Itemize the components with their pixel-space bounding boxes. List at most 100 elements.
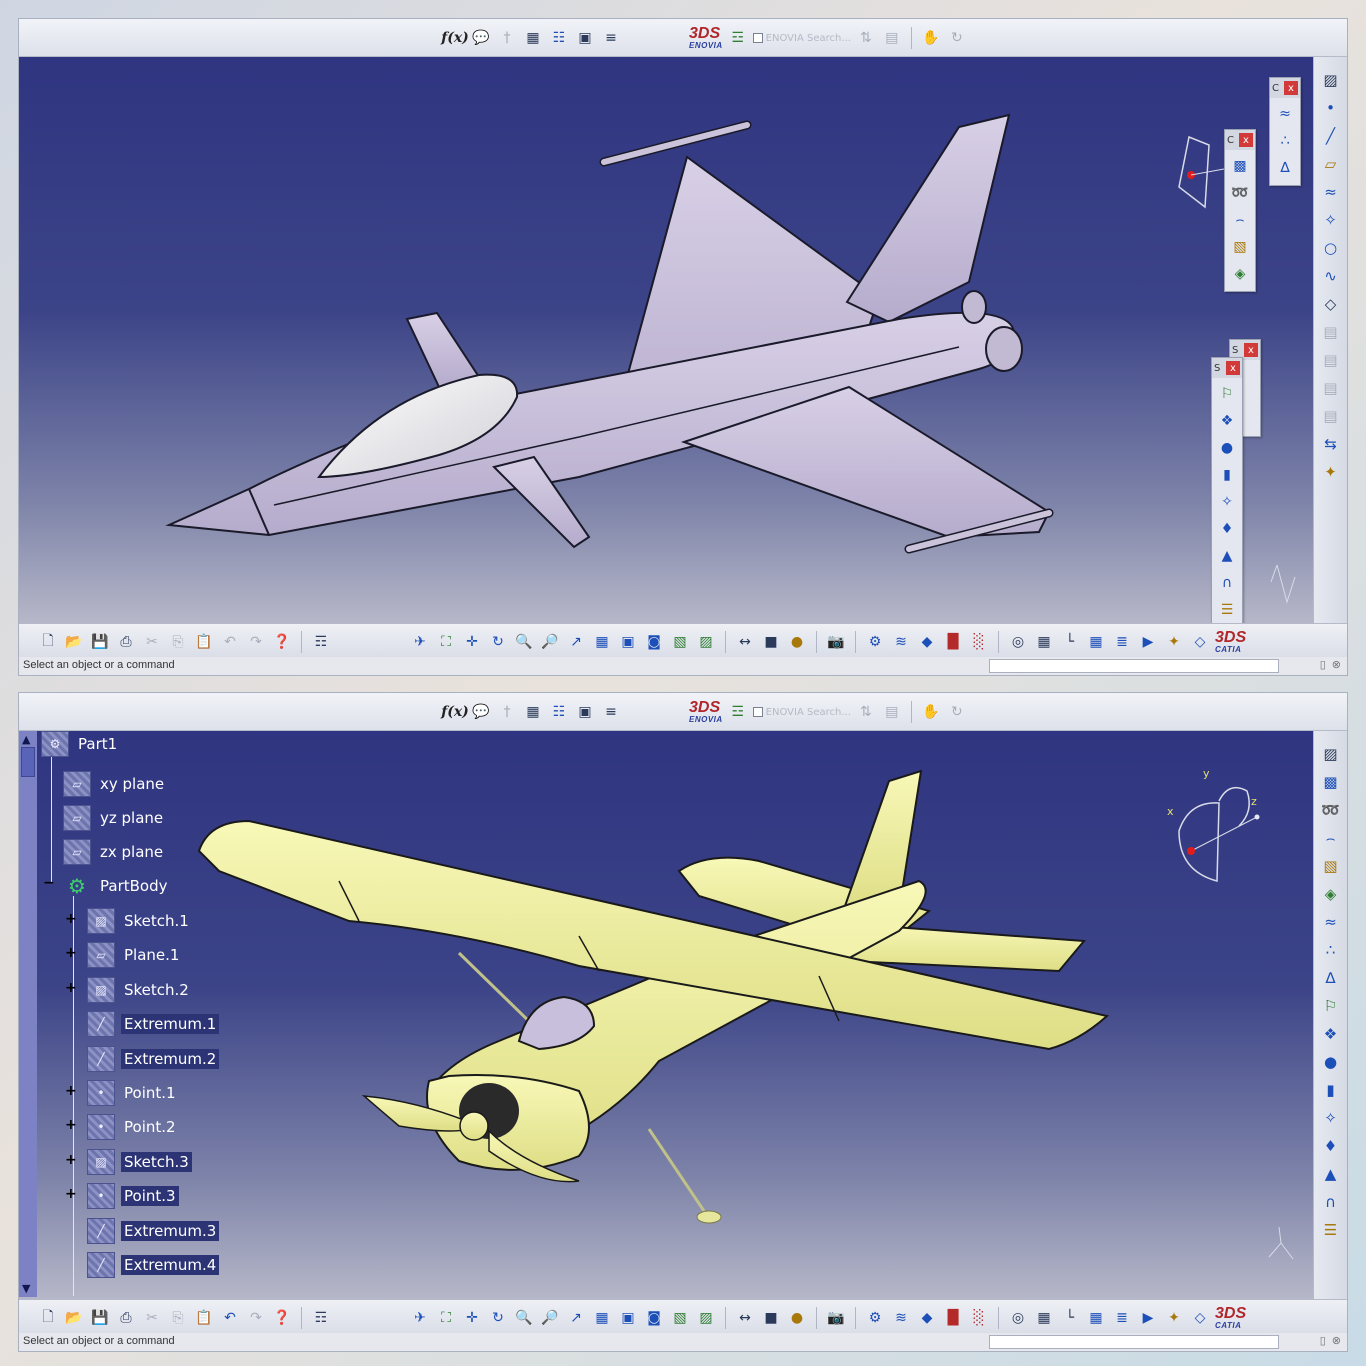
help-icon[interactable]: ❓ xyxy=(271,631,293,653)
light-icon[interactable]: ◇ xyxy=(1189,1307,1211,1329)
list-icon[interactable]: ≡ xyxy=(600,27,622,49)
expand-icon[interactable]: + xyxy=(65,981,77,995)
surface-icon[interactable]: ≈ xyxy=(1319,911,1343,933)
save-db-icon[interactable]: ▤ xyxy=(881,701,903,723)
fly-icon[interactable]: ✈ xyxy=(409,631,431,653)
pan-icon[interactable]: ✛ xyxy=(461,631,483,653)
open-folder-icon[interactable]: 📂 xyxy=(63,1307,85,1329)
3d-viewport-airplane[interactable]: y x z ▲ ▼ ⚙ Part1 ▱ xy plane ▱ yz plane … xyxy=(19,731,1313,1299)
compass-widget[interactable]: y x z xyxy=(1159,771,1269,891)
paste-icon[interactable]: 📋 xyxy=(193,1307,215,1329)
enovia-connect-icon[interactable]: ☲ xyxy=(727,27,749,49)
extrude-icon[interactable]: ▧ xyxy=(1319,855,1343,877)
compass-snap-icon[interactable]: ◎ xyxy=(1007,1307,1029,1329)
rotate-icon[interactable]: ↻ xyxy=(487,1307,509,1329)
expand-icon[interactable]: + xyxy=(65,1187,77,1201)
save-icon[interactable]: 💾 xyxy=(89,631,111,653)
update-icon[interactable]: ↻ xyxy=(946,701,968,723)
comment-icon[interactable]: 💬 xyxy=(470,701,492,723)
copy-icon[interactable]: ⎘ xyxy=(167,631,189,653)
save-db-icon[interactable]: ▤ xyxy=(881,27,903,49)
tree-item-extremum-3[interactable]: ╱ Extremum.3 xyxy=(87,1218,220,1244)
scroll-thumb[interactable] xyxy=(21,747,35,777)
sphere-icon[interactable]: ● xyxy=(1216,437,1238,459)
print-icon[interactable]: ⎙ xyxy=(115,631,137,653)
blend-icon[interactable]: ➿ xyxy=(1319,799,1343,821)
close-icon[interactable]: x xyxy=(1226,361,1240,375)
normal-view-icon[interactable]: ↗ xyxy=(565,631,587,653)
specification-tree[interactable]: ▲ ▼ ⚙ Part1 ▱ xy plane ▱ yz plane ▱ zx p… xyxy=(19,731,239,1299)
trim-icon[interactable]: ▤ xyxy=(1319,349,1343,371)
compass-snap-icon[interactable]: ◎ xyxy=(1007,631,1029,653)
spline-icon[interactable]: ∿ xyxy=(1319,265,1343,287)
redo-icon[interactable]: ↷ xyxy=(245,631,267,653)
new-file-icon[interactable]: 🗋 xyxy=(37,1307,59,1329)
symmetry-icon[interactable]: ✦ xyxy=(1319,461,1343,483)
power-input-icon[interactable]: ▯ xyxy=(1320,1334,1326,1347)
formula-button[interactable]: f(x) xyxy=(441,27,469,49)
table-grid-icon[interactable]: ▦ xyxy=(1085,1307,1107,1329)
comment-icon[interactable]: 💬 xyxy=(470,27,492,49)
tree-item-yz-plane[interactable]: ▱ yz plane xyxy=(63,805,166,831)
multi-view-icon[interactable]: ▦ xyxy=(591,1307,613,1329)
zoom-in-icon[interactable]: 🔍 xyxy=(513,631,535,653)
grid-icon[interactable]: ▦ xyxy=(1033,631,1055,653)
expand-icon[interactable]: + xyxy=(65,1153,77,1167)
floating-toolbar-1[interactable]: Cx ≈ ∴ ∆ xyxy=(1269,77,1301,186)
copy-icon[interactable]: ⎘ xyxy=(167,1307,189,1329)
table-icon[interactable]: ▦ xyxy=(522,701,544,723)
scroll-up-icon[interactable]: ▲ xyxy=(22,733,30,746)
measure-icon[interactable]: ↔ xyxy=(734,1307,756,1329)
open-folder-icon[interactable]: 📂 xyxy=(63,631,85,653)
capture-icon[interactable]: ▶ xyxy=(1137,1307,1159,1329)
enovia-connect-icon[interactable]: ☲ xyxy=(727,701,749,723)
rule-icon[interactable]: † xyxy=(496,701,518,723)
surface-icon[interactable]: ≈ xyxy=(1274,103,1296,125)
lock-icon[interactable]: ▣ xyxy=(574,27,596,49)
stop-icon[interactable]: ⊗ xyxy=(1332,658,1341,671)
projection-icon[interactable]: ≈ xyxy=(1319,181,1343,203)
sweep-icon[interactable]: ∆ xyxy=(1274,157,1296,179)
close-icon[interactable]: x xyxy=(1284,81,1298,95)
extract-icon[interactable]: ▤ xyxy=(1319,405,1343,427)
measure-icon[interactable]: ↔ xyxy=(734,631,756,653)
tree-root[interactable]: ⚙ Part1 xyxy=(41,731,120,757)
arch-icon[interactable]: ∩ xyxy=(1216,572,1238,594)
print-icon[interactable]: ⎙ xyxy=(115,1307,137,1329)
grid-icon[interactable]: ▦ xyxy=(1033,1307,1055,1329)
revolve-icon[interactable]: ✧ xyxy=(1319,1107,1343,1129)
list-icon[interactable]: ≡ xyxy=(600,701,622,723)
undo-icon[interactable]: ↶ xyxy=(219,1307,241,1329)
boundary-icon[interactable]: ▤ xyxy=(1319,377,1343,399)
pad-icon[interactable]: ⚐ xyxy=(1216,383,1238,405)
porcupine-icon[interactable]: ░ xyxy=(968,631,990,653)
floating-toolbar-2[interactable]: Cx ▩ ➿ ⌢ ▧ ◈ xyxy=(1224,129,1256,292)
tree-item-point-3[interactable]: • Point.3 xyxy=(87,1183,179,1209)
dome-icon[interactable]: ▲ xyxy=(1216,545,1238,567)
tree-icon[interactable]: ☷ xyxy=(548,27,570,49)
iso-view-icon[interactable]: ▣ xyxy=(617,1307,639,1329)
undo-icon[interactable]: ↶ xyxy=(219,631,241,653)
arc-icon[interactable]: ⌢ xyxy=(1229,209,1251,231)
cylinder-icon[interactable]: ▮ xyxy=(1319,1079,1343,1101)
command-input[interactable] xyxy=(989,659,1279,673)
split-icon[interactable]: ▤ xyxy=(1319,321,1343,343)
sweep-icon[interactable]: ∆ xyxy=(1319,967,1343,989)
expand-icon[interactable]: + xyxy=(65,912,77,926)
iso-view-icon[interactable]: ▣ xyxy=(617,631,639,653)
offset-icon[interactable]: ◈ xyxy=(1229,263,1251,285)
tree-item-xy-plane[interactable]: ▱ xy plane xyxy=(63,771,167,797)
capture-icon[interactable]: ▶ xyxy=(1137,631,1159,653)
tree-scrollbar[interactable]: ▲ ▼ xyxy=(19,731,37,1297)
tree-item-zx-plane[interactable]: ▱ zx plane xyxy=(63,839,166,865)
inertia-icon[interactable]: ■ xyxy=(760,631,782,653)
connect-checker-icon[interactable]: █ xyxy=(942,631,964,653)
arc-icon[interactable]: ⌢ xyxy=(1319,827,1343,849)
tree-item-point-2[interactable]: • Point.2 xyxy=(87,1114,179,1140)
translate-icon[interactable]: ⇆ xyxy=(1319,433,1343,455)
close-icon[interactable]: x xyxy=(1244,343,1258,357)
plane-icon[interactable]: ▱ xyxy=(1319,153,1343,175)
loft-icon[interactable]: ∴ xyxy=(1319,939,1343,961)
table-grid-icon[interactable]: ▦ xyxy=(1085,631,1107,653)
pad-icon[interactable]: ⚐ xyxy=(1319,995,1343,1017)
